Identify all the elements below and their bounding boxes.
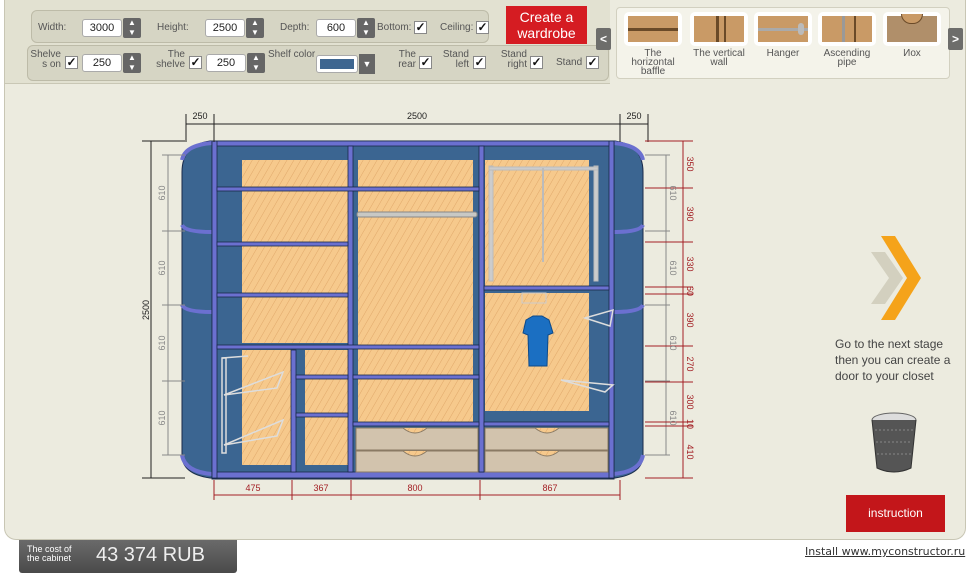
cost-label: The cost of the cabinet (27, 544, 72, 563)
dim-right-gray: 610 (668, 185, 678, 200)
dim-right-red: 60 (685, 286, 695, 296)
right-side-stand[interactable] (612, 140, 645, 479)
dim-right-red: 390 (685, 312, 695, 327)
dim-right-red: 410 (685, 444, 695, 459)
cost-value: 43 374 RUB (96, 544, 205, 566)
dim-right-gray: 610 (668, 335, 678, 350)
dim-right-red: 350 (685, 156, 695, 171)
dim-right-red: 300 (685, 394, 695, 409)
vertical-wall[interactable] (478, 145, 485, 473)
back-panel (242, 350, 292, 465)
dim-bottom: 867 (542, 483, 557, 493)
shelf[interactable] (295, 374, 349, 380)
dim-top-center: 2500 (407, 111, 427, 121)
constructor-panel: Width: 3000 ▲ ▼ Height: 2500 ▲ ▼ Depth: 60… (4, 0, 966, 540)
back-panel (358, 160, 473, 425)
next-stage-arrow-icon[interactable] (871, 236, 921, 320)
dim-right-red: 270 (685, 356, 695, 371)
wardrobe-drawing: 250 2500 250 2500 610 610 610 610 610 61… (141, 111, 921, 500)
dim-right-red: 330 (685, 256, 695, 271)
dim-bottom: 367 (313, 483, 328, 493)
next-stage-hint: Go to the next stage then you can create… (835, 337, 951, 383)
vertical-wall[interactable] (290, 349, 297, 473)
drawer[interactable] (484, 450, 609, 473)
shelf[interactable] (216, 186, 480, 192)
shelf[interactable] (483, 285, 610, 291)
drawer[interactable] (355, 427, 479, 451)
drawer[interactable] (484, 427, 609, 451)
back-panel (485, 160, 589, 288)
drawer[interactable] (355, 450, 479, 473)
dim-bottom: 800 (407, 483, 422, 493)
trash-icon[interactable] (871, 412, 917, 473)
shelf[interactable] (216, 292, 349, 298)
left-side-stand[interactable] (180, 140, 213, 479)
dim-right-red: 390 (685, 206, 695, 221)
shelf[interactable] (295, 412, 349, 418)
shelf[interactable] (483, 421, 610, 427)
shelf[interactable] (216, 241, 349, 247)
shelf[interactable] (352, 421, 480, 427)
dim-overall-height: 2500 (141, 300, 151, 320)
dim-top-left: 250 (192, 111, 207, 121)
dim-bottom: 475 (245, 483, 260, 493)
cost-panel: The cost of the cabinet 43 374 RUB (19, 540, 237, 573)
bottom-panel[interactable] (211, 471, 615, 479)
dim-right-red: 10 (685, 419, 695, 429)
shelf[interactable] (352, 374, 480, 380)
dim-left: 610 (157, 260, 167, 275)
shelf[interactable] (216, 344, 480, 350)
dim-left: 610 (157, 410, 167, 425)
instruction-button[interactable]: instruction (846, 495, 945, 532)
dim-right-gray: 610 (668, 410, 678, 425)
back-panel (305, 350, 348, 465)
ceiling-panel[interactable] (211, 140, 615, 147)
dim-left: 610 (157, 185, 167, 200)
install-link[interactable]: Install www.myconstructor.ru (805, 545, 965, 558)
dim-left: 610 (157, 335, 167, 350)
vertical-wall[interactable] (347, 145, 354, 473)
left-wall[interactable] (211, 140, 218, 479)
dim-top-right: 250 (626, 111, 641, 121)
hanger-rod[interactable] (356, 211, 478, 218)
dim-right-gray: 610 (668, 260, 678, 275)
